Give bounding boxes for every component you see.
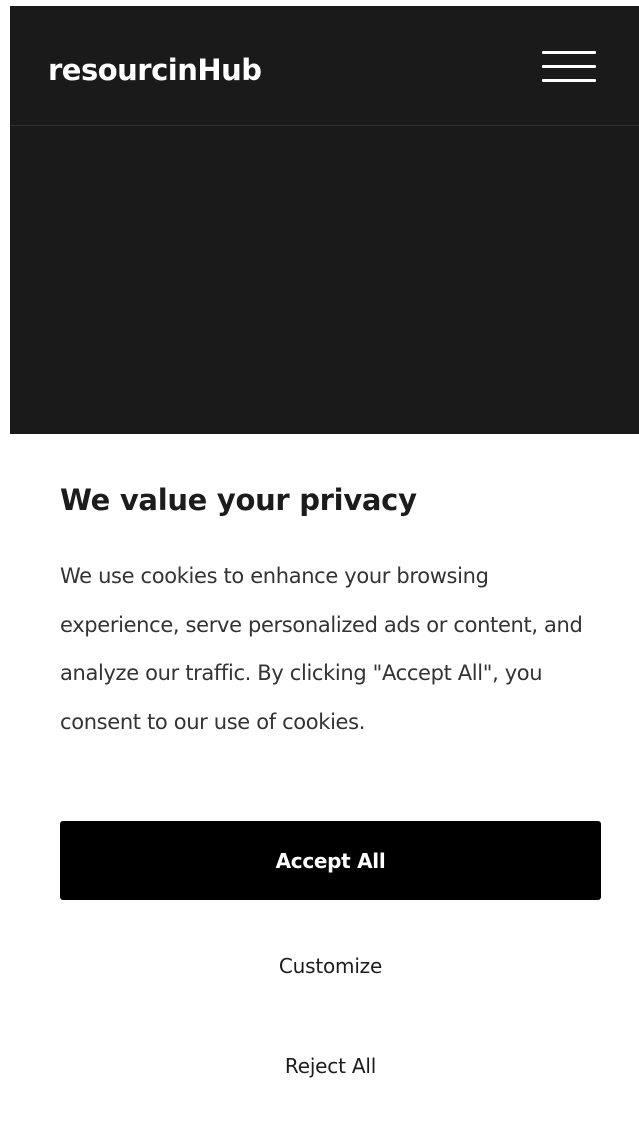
cookie-banner-title: We value your privacy: [60, 483, 417, 517]
cookie-consent-banner: We value your privacy We use cookies to …: [10, 434, 639, 1137]
site-header: resourcinHub: [10, 6, 639, 126]
accept-all-button[interactable]: Accept All: [60, 821, 601, 900]
menu-bar: [542, 65, 596, 68]
customize-button[interactable]: Customize: [60, 936, 601, 996]
brand-logo-text[interactable]: resourcinHub: [48, 50, 262, 90]
menu-button[interactable]: [540, 48, 598, 86]
menu-bar: [542, 79, 596, 82]
reject-all-button[interactable]: Reject All: [60, 1036, 601, 1096]
cookie-banner-description: We use cookies to enhance your browsing …: [60, 564, 583, 734]
page-frame: resourcinHub We value your privacy We us…: [10, 6, 639, 1137]
menu-bar: [542, 51, 596, 54]
